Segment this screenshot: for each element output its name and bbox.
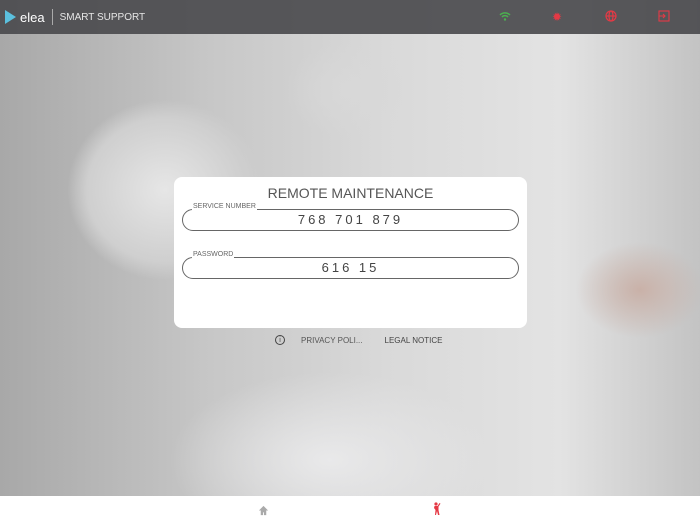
support-person-icon[interactable] [432,502,443,520]
divider [51,9,53,25]
header-bar: elea SMART SUPPORT ✹ [0,0,700,34]
logout-icon[interactable] [658,10,670,25]
footer-links: i PRIVACY POLI... LEGAL NOTICE [275,335,442,345]
service-number-label: SERVICE NUMBER [192,202,257,212]
globe-icon[interactable] [605,10,617,25]
legal-notice-link[interactable]: LEGAL NOTICE [385,336,443,345]
wifi-icon[interactable] [499,10,511,25]
info-icon[interactable]: i [275,335,285,345]
app-title: SMART SUPPORT [59,11,146,23]
password-value: 616 15 [321,260,380,275]
card-title: REMOTE MAINTENANCE [267,185,434,201]
password-label: PASSWORD [192,250,235,260]
bottom-nav [0,496,700,525]
logo: elea SMART SUPPORT [5,9,145,25]
service-number-field[interactable]: SERVICE NUMBER 768 701 879 [182,202,519,231]
gear-icon[interactable]: ✹ [552,10,562,24]
password-field[interactable]: PASSWORD 616 15 [182,250,519,279]
remote-maintenance-card: REMOTE MAINTENANCE SERVICE NUMBER 768 70… [174,177,527,328]
brand-name: elea [20,9,45,25]
home-icon[interactable] [258,503,269,521]
privacy-policy-link[interactable]: PRIVACY POLI... [301,336,363,345]
elea-logo-icon [5,10,16,24]
service-number-value: 768 701 879 [297,212,404,227]
